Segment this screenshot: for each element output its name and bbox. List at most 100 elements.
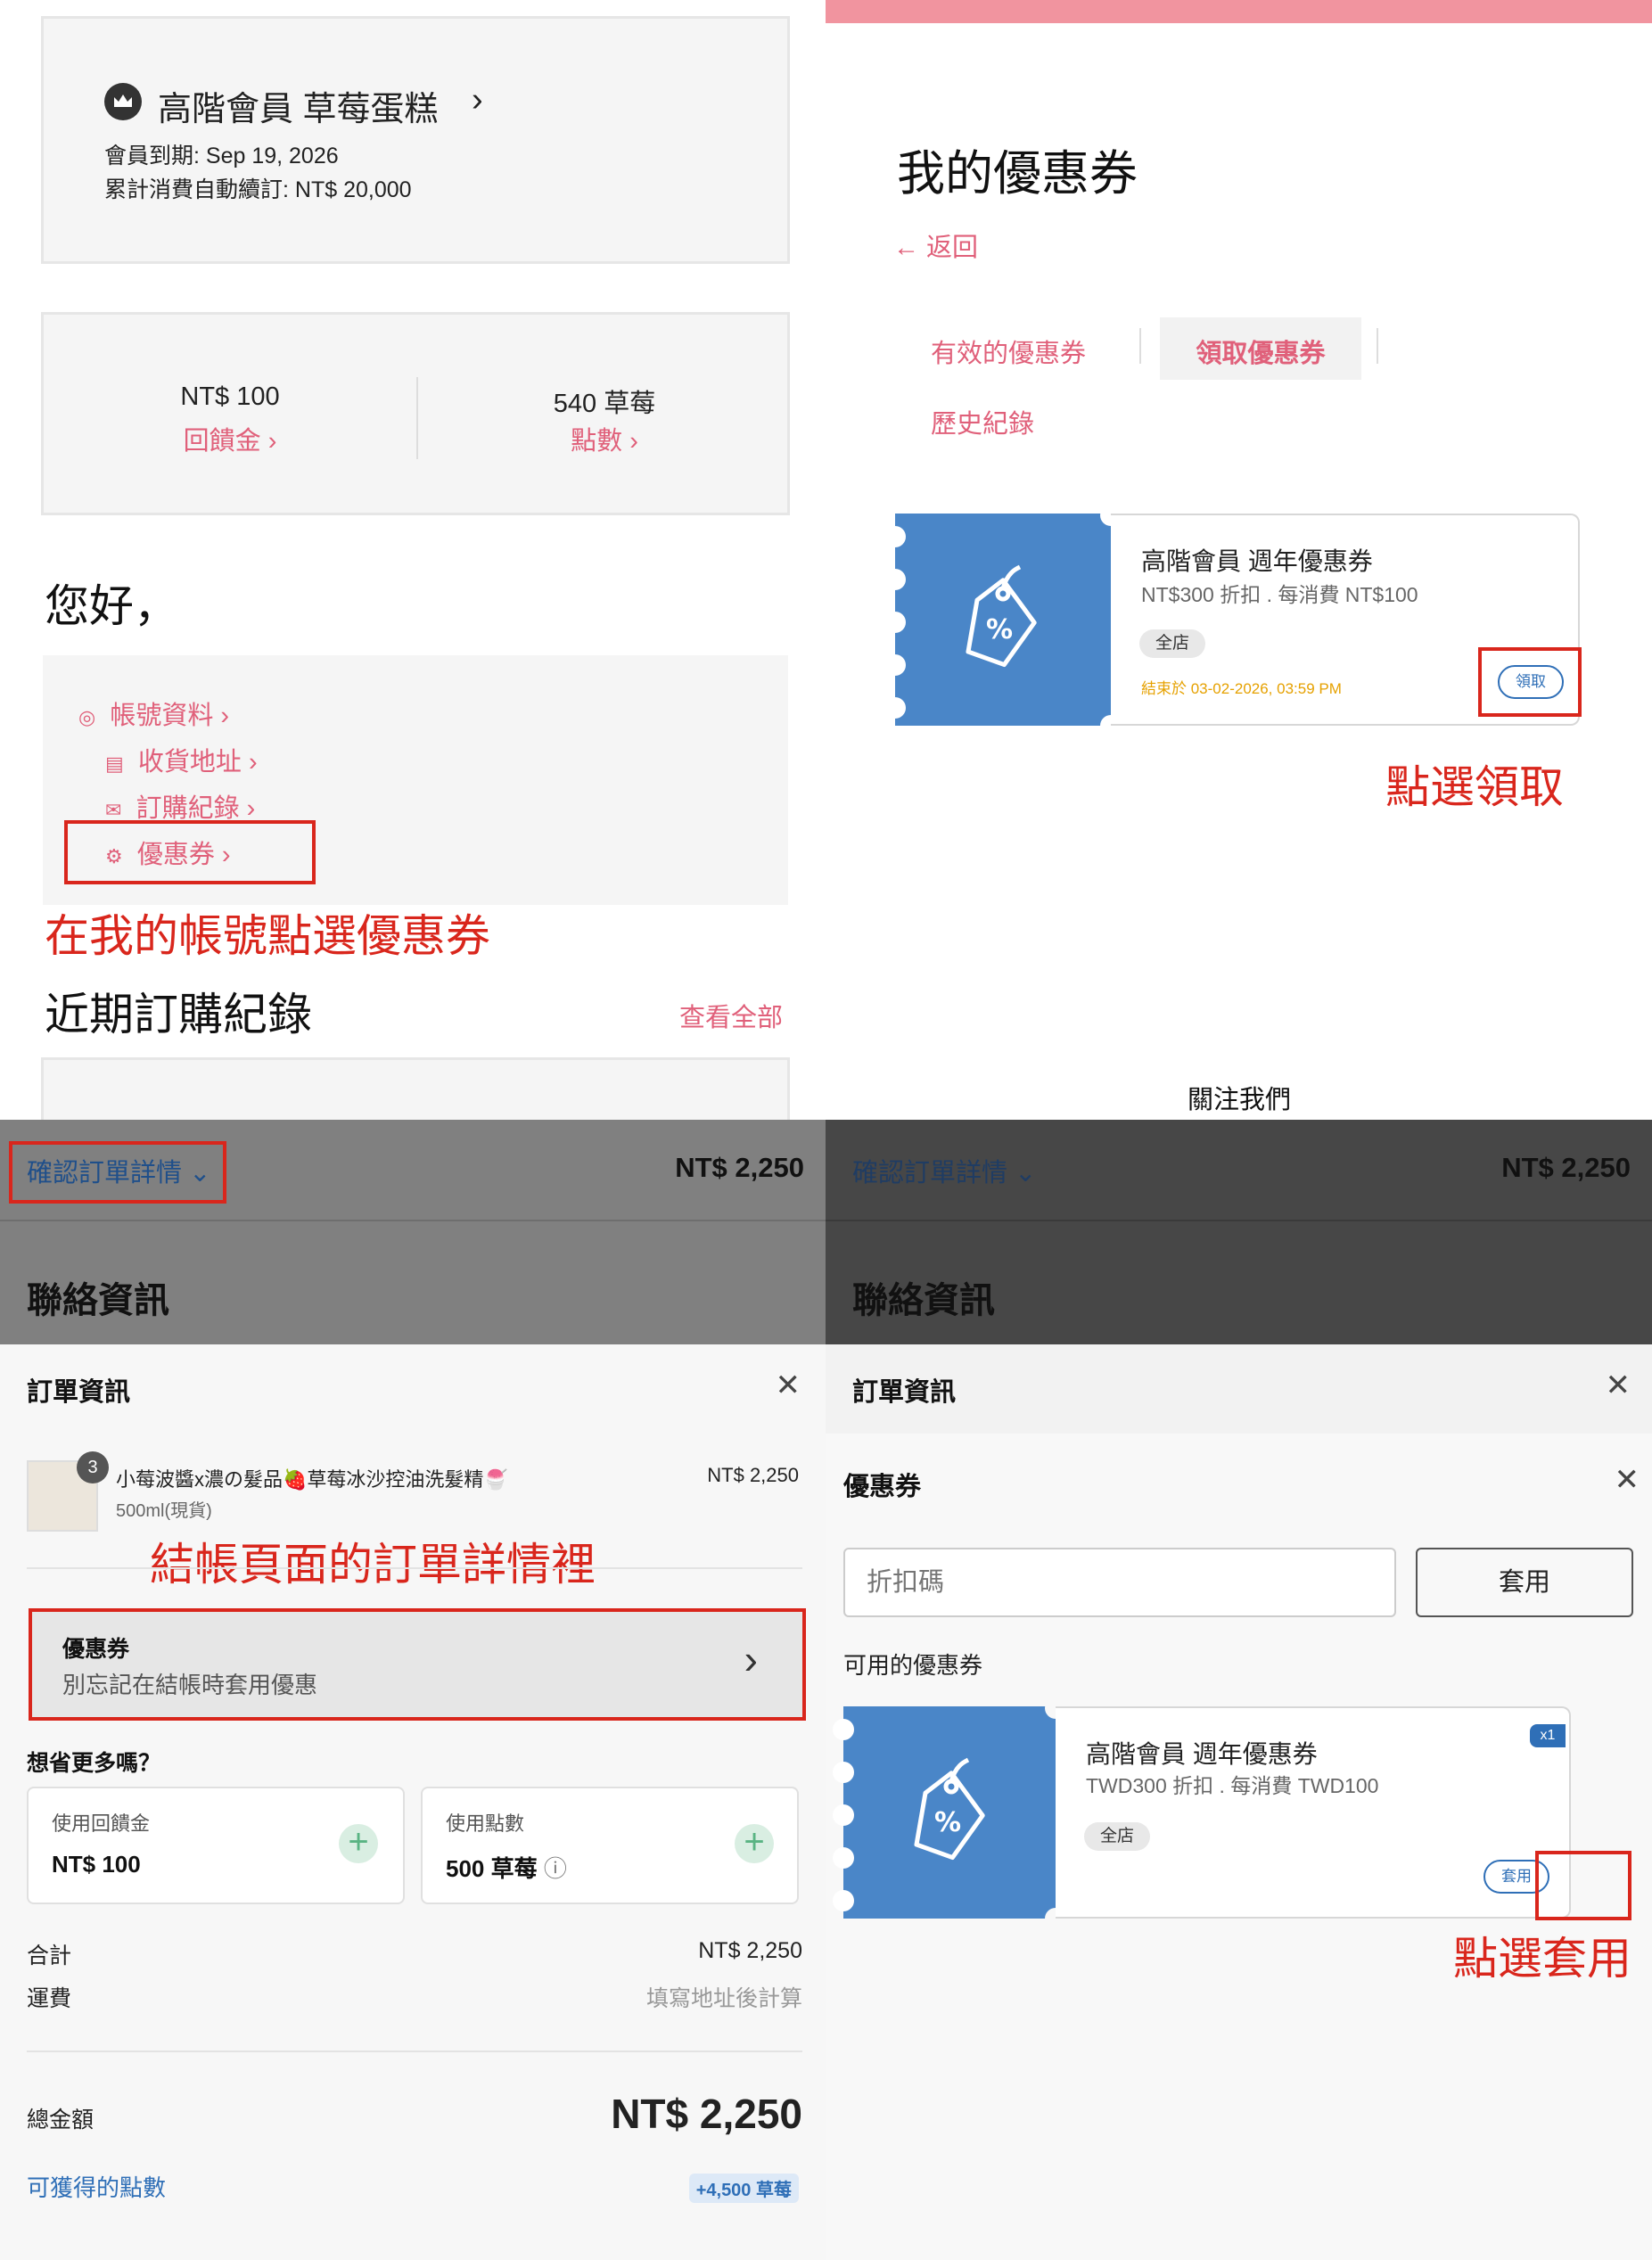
grand-total-label: 總金額 (27, 2108, 95, 2133)
tab-claim-coupons[interactable]: 領取優惠券 (1160, 317, 1361, 380)
points-value: 540 草莓 (553, 390, 656, 418)
chevron-down-icon: ⌄ (1015, 1159, 1037, 1188)
subtotal-value: NT$ 2,250 (698, 1938, 802, 1963)
apply-coupon-panel: 確認訂單詳情 ⌄ NT$ 2,250 聯絡資訊 訂單資訊 ✕ 優惠券 ✕ 套用 … (826, 1120, 1652, 2260)
order-sheet-header: 訂單資訊 ✕ (826, 1344, 1652, 1434)
contact-title: 聯絡資訊 (27, 1281, 169, 1320)
header-total: NT$ 2,250 (1501, 1152, 1631, 1183)
menu-item-orders[interactable]: ✉ 訂購紀錄 › (105, 787, 255, 825)
mail-icon: ✉ (105, 799, 122, 821)
auto-renew-note: 累計消費自動續訂: NT$ 20,000 (104, 177, 412, 202)
subtotal-label: 合計 (27, 1944, 72, 1968)
quantity-badge: 3 (77, 1451, 109, 1483)
crown-icon (104, 83, 142, 120)
info-icon[interactable]: ⓘ (544, 1855, 567, 1882)
product-price: NT$ 2,250 (707, 1464, 799, 1486)
tab-divider (1377, 328, 1378, 364)
use-points-value: 500 草莓 ⓘ (446, 1855, 567, 1882)
coupon-name: 高階會員 週年優惠券 (1141, 547, 1373, 575)
points-link[interactable]: 點數 › (418, 420, 791, 457)
coupon-code-input[interactable] (843, 1548, 1396, 1617)
scope-badge: 全店 (1139, 629, 1205, 658)
view-all-link[interactable]: 查看全部 (679, 997, 783, 1034)
use-points-card[interactable]: 使用點數 500 草莓 ⓘ + (421, 1787, 799, 1904)
menu-item-account[interactable]: ◎ 帳號資料 › (78, 694, 229, 732)
grand-total-value: NT$ 2,250 (611, 2091, 802, 2137)
tab-history[interactable]: 歷史紀錄 (931, 403, 1034, 440)
scope-badge: 全店 (1084, 1822, 1150, 1851)
sheet-title: 訂單資訊 (852, 1378, 957, 1407)
highlight-claim-button (1478, 647, 1582, 717)
close-icon[interactable]: ✕ (1606, 1368, 1631, 1403)
use-rebate-value: NT$ 100 (52, 1851, 141, 1878)
follow-us-heading: 關注我們 (1188, 1086, 1292, 1114)
member-tier[interactable]: 高階會員 草莓蛋糕 (158, 81, 439, 130)
highlight-apply-button (1535, 1851, 1631, 1920)
use-rebate-card[interactable]: 使用回饋金 NT$ 100 + (27, 1787, 405, 1904)
coupon-sheet-title: 優惠券 (843, 1473, 922, 1501)
balance-card: NT$ 100 回饋金 › 540 草莓 點數 › (41, 312, 790, 515)
tab-divider (1139, 328, 1141, 364)
coupon-sheet: 優惠券 ✕ 套用 可用的優惠券 % 高階會員 週年優惠券 TWD300 折扣 .… (826, 1434, 1652, 2260)
sheet-title: 訂單資訊 (27, 1378, 131, 1407)
coupon-desc: NT$300 折扣 . 每消費 NT$100 (1141, 583, 1418, 606)
highlight-coupons-menu (64, 820, 316, 884)
coupon-name: 高階會員 週年優惠券 (1086, 1740, 1318, 1768)
user-circle-icon: ◎ (78, 706, 96, 728)
available-coupons-title: 可用的優惠券 (843, 1652, 983, 1679)
discount-tag-icon: % (954, 562, 1043, 682)
coupon-end-date: 結束於 03-02-2026, 03:59 PM (1141, 680, 1342, 697)
coupon-ticket-left: % (833, 1706, 1056, 1919)
membership-card: 高階會員 草莓蛋糕 › 會員到期: Sep 19, 2026 累計消費自動續訂:… (41, 16, 790, 264)
menu-item-address[interactable]: ▤ 收貨地址 › (105, 741, 258, 778)
rebate-value: NT$ 100 (180, 382, 280, 411)
close-icon[interactable]: ✕ (776, 1368, 801, 1403)
order-details-toggle[interactable]: 確認訂單詳情 ⌄ (852, 1152, 1036, 1189)
tab-valid-coupons[interactable]: 有效的優惠券 (931, 333, 1086, 370)
annotation-account: 在我的帳號點選優惠券 (45, 911, 490, 961)
top-bar (826, 0, 1652, 23)
recent-orders-title: 近期訂購紀錄 (45, 990, 312, 1040)
back-link[interactable]: ← 返回 (893, 226, 978, 264)
use-rebate-label: 使用回饋金 (52, 1812, 151, 1835)
shipping-label: 運費 (27, 1986, 72, 2011)
save-more-title: 想省更多嗎？ (27, 1751, 161, 1776)
product-name: 小莓波醬x濃の髮品🍓草莓冰沙控油洗髮精🍧 (116, 1468, 508, 1491)
add-points-icon[interactable]: + (735, 1824, 774, 1863)
earn-points-label: 可獲得的點數 (27, 2174, 167, 2201)
greeting: 您好， (45, 581, 178, 631)
order-card (41, 1057, 790, 1120)
divider (27, 1567, 802, 1569)
earn-points-badge: +4,500 草莓 (688, 2174, 799, 2203)
count-badge: x1 (1530, 1724, 1566, 1747)
discount-tag-icon: % (902, 1755, 991, 1875)
annotation-claim: 點選領取 (1385, 762, 1564, 812)
contact-title: 聯絡資訊 (852, 1281, 995, 1320)
rebate-link[interactable]: 回饋金 › (44, 420, 416, 457)
highlight-order-toggle (9, 1141, 226, 1204)
header-divider (826, 1220, 1652, 1221)
chevron-right-icon[interactable]: › (472, 81, 483, 119)
account-panel: 高階會員 草莓蛋糕 › 會員到期: Sep 19, 2026 累計消費自動續訂:… (0, 0, 826, 1120)
header-total: NT$ 2,250 (675, 1152, 804, 1183)
divider (27, 2050, 802, 2052)
address-icon: ▤ (105, 752, 124, 775)
svg-text:%: % (986, 614, 1013, 645)
annotation-checkout: 結帳頁面的訂單詳情裡 (150, 1540, 596, 1590)
apply-code-button[interactable]: 套用 (1416, 1548, 1633, 1617)
header-divider (0, 1220, 826, 1221)
svg-text:%: % (934, 1807, 961, 1838)
add-rebate-icon[interactable]: + (339, 1824, 378, 1863)
coupon-ticket-body: 高階會員 週年優惠券 TWD300 折扣 . 每消費 TWD100 全店 x1 … (1056, 1706, 1571, 1919)
shipping-value: 填寫地址後計算 (645, 1986, 802, 2011)
use-points-label: 使用點數 (446, 1812, 525, 1835)
coupons-panel: 我的優惠券 ← 返回 有效的優惠券 領取優惠券 歷史紀錄 % 高階會員 週年優惠… (826, 0, 1652, 1120)
page-title: 我的優惠券 (897, 147, 1138, 201)
annotation-apply: 點選套用 (1453, 1934, 1631, 1984)
coupon-desc: TWD300 折扣 . 每消費 TWD100 (1086, 1774, 1379, 1797)
member-expiry: 會員到期: Sep 19, 2026 (104, 144, 339, 168)
close-icon[interactable]: ✕ (1615, 1462, 1640, 1498)
highlight-coupon-row (29, 1608, 806, 1721)
product-variant: 500ml(現貨) (116, 1501, 212, 1521)
order-sheet: 訂單資訊 ✕ 3 小莓波醬x濃の髮品🍓草莓冰沙控油洗髮精🍧 500ml(現貨) … (0, 1344, 826, 2260)
